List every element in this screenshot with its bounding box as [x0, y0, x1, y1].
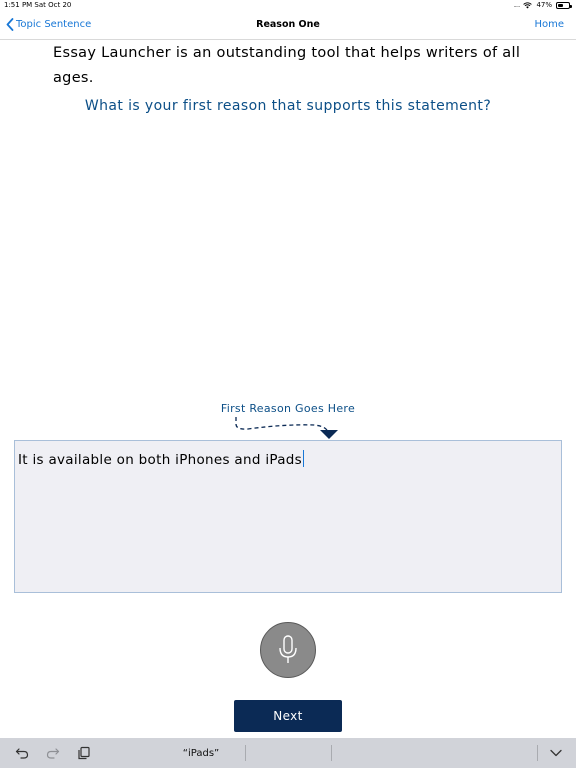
cellular-signal-icon: ..... — [513, 1, 520, 9]
status-bar: 1:51 PM Sat Oct 20 ..... 47% — [0, 0, 576, 12]
reason-answer-field[interactable]: It is available on both iPhones and iPad… — [14, 440, 562, 593]
microphone-button[interactable] — [260, 622, 316, 678]
suggestion-item[interactable] — [246, 738, 330, 768]
navigation-bar: Topic Sentence Reason One Home — [0, 12, 576, 40]
dashed-arrow-icon — [235, 417, 338, 439]
page-title: Reason One — [256, 19, 320, 30]
battery-icon — [556, 1, 572, 9]
reason-field-label: First Reason Goes Here — [220, 402, 356, 415]
microphone-icon — [279, 635, 297, 663]
keyboard-suggestion-bar: “iPads” — [0, 738, 576, 768]
text-caret — [303, 450, 304, 467]
suggestion-divider — [537, 745, 538, 761]
topic-statement: Essay Launcher is an outstanding tool th… — [53, 45, 521, 86]
battery-level-fill — [558, 3, 563, 7]
suggestion-item[interactable] — [332, 738, 502, 768]
battery-percent: 47% — [536, 1, 552, 9]
home-button[interactable]: Home — [534, 19, 564, 30]
undo-icon[interactable] — [15, 746, 29, 760]
redo-icon[interactable] — [46, 746, 60, 760]
reason-prompt: What is your first reason that supports … — [84, 98, 492, 114]
chevron-down-icon[interactable] — [549, 746, 563, 760]
paste-icon[interactable] — [77, 746, 91, 760]
status-indicators: ..... 47% — [513, 1, 572, 9]
wifi-icon — [523, 1, 533, 8]
answer-text: It is available on both iPhones and iPad… — [18, 452, 302, 468]
next-button[interactable]: Next — [234, 700, 342, 732]
status-time-date: 1:51 PM Sat Oct 20 — [4, 1, 72, 9]
